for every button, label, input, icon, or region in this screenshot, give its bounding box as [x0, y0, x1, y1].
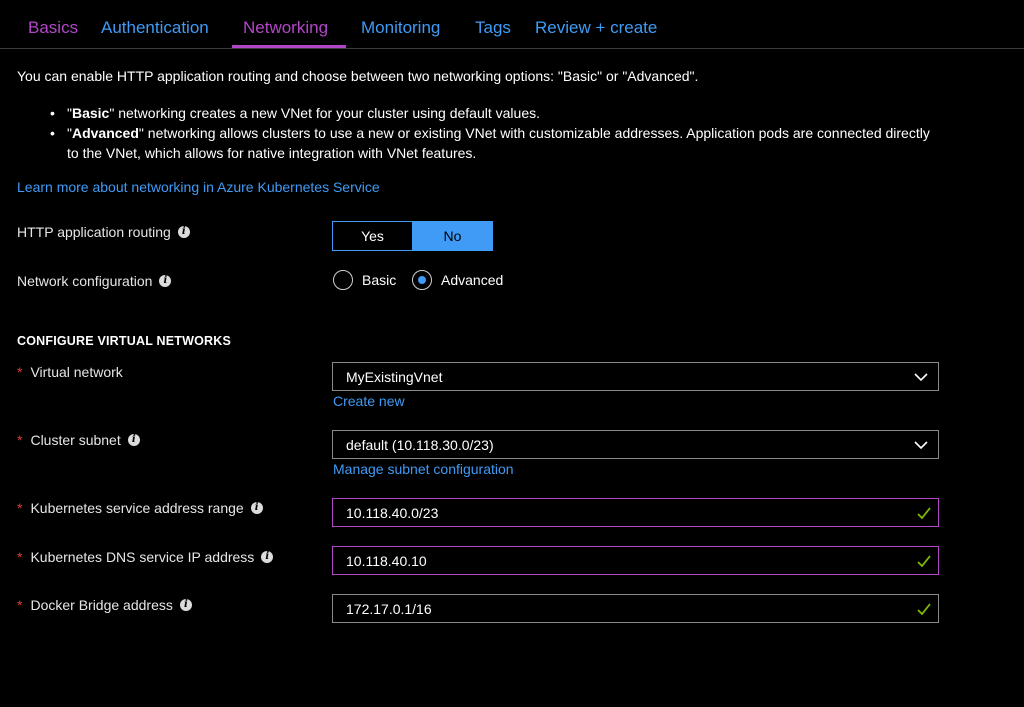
create-new-link[interactable]: Create new — [333, 393, 405, 409]
http-routing-yes-button[interactable]: Yes — [333, 222, 413, 250]
list-item-basic: "Basic" networking creates a new VNet fo… — [50, 103, 930, 123]
info-icon[interactable]: i — [127, 434, 140, 446]
http-routing-label: HTTP application routing i — [17, 224, 190, 240]
radio-basic-label: Basic — [362, 272, 397, 288]
tab-monitoring[interactable]: Monitoring — [361, 18, 440, 38]
list-item-advanced: "Advanced" networking allows clusters to… — [50, 123, 930, 163]
info-icon[interactable]: i — [179, 599, 192, 611]
tab-bar: Basics Authentication Networking Monitor… — [0, 0, 1024, 49]
intro-text: You can enable HTTP application routing … — [17, 68, 699, 84]
radio-basic[interactable]: Basic — [333, 270, 396, 290]
network-config-label: Network configuration i — [17, 273, 172, 289]
active-tab-indicator — [232, 45, 346, 48]
section-title: CONFIGURE VIRTUAL NETWORKS — [17, 334, 231, 348]
checkmark-icon — [917, 603, 931, 616]
required-marker: * — [17, 549, 23, 565]
radio-advanced-label: Advanced — [441, 272, 504, 288]
chevron-down-icon — [914, 441, 928, 450]
info-icon[interactable]: i — [250, 502, 263, 514]
info-icon[interactable]: i — [159, 275, 172, 287]
tab-tags[interactable]: Tags — [475, 18, 511, 38]
required-marker: * — [17, 597, 23, 613]
checkmark-icon — [917, 555, 931, 568]
docker-bridge-input[interactable]: 172.17.0.1/16 — [332, 594, 939, 623]
service-range-input[interactable]: 10.118.40.0/23 — [332, 498, 939, 527]
cluster-subnet-label: * Cluster subnet i — [17, 432, 140, 448]
required-marker: * — [17, 500, 23, 516]
radio-advanced[interactable]: Advanced — [412, 270, 503, 290]
http-routing-no-button[interactable]: No — [413, 222, 492, 250]
dns-ip-label: * Kubernetes DNS service IP address i — [17, 549, 274, 565]
virtual-network-select[interactable]: MyExistingVnet — [332, 362, 939, 391]
info-icon[interactable]: i — [177, 226, 190, 238]
required-marker: * — [17, 364, 23, 380]
tab-authentication[interactable]: Authentication — [101, 18, 209, 38]
radio-circle-selected[interactable] — [412, 270, 432, 290]
tab-review-create[interactable]: Review + create — [535, 18, 657, 38]
manage-subnet-link[interactable]: Manage subnet configuration — [333, 461, 514, 477]
radio-circle[interactable] — [333, 270, 353, 290]
chevron-down-icon — [914, 373, 928, 382]
cluster-subnet-select[interactable]: default (10.118.30.0/23) — [332, 430, 939, 459]
virtual-network-label: * Virtual network — [17, 364, 123, 380]
info-icon[interactable]: i — [261, 551, 274, 563]
learn-more-link[interactable]: Learn more about networking in Azure Kub… — [17, 179, 380, 195]
networking-options-list: "Basic" networking creates a new VNet fo… — [50, 103, 930, 163]
docker-bridge-label: * Docker Bridge address i — [17, 597, 192, 613]
tab-networking[interactable]: Networking — [243, 18, 328, 38]
http-routing-toggle: Yes No — [332, 221, 493, 251]
tab-basics[interactable]: Basics — [28, 18, 78, 38]
required-marker: * — [17, 432, 23, 448]
checkmark-icon — [917, 507, 931, 520]
service-range-label: * Kubernetes service address range i — [17, 500, 263, 516]
dns-ip-input[interactable]: 10.118.40.10 — [332, 546, 939, 575]
